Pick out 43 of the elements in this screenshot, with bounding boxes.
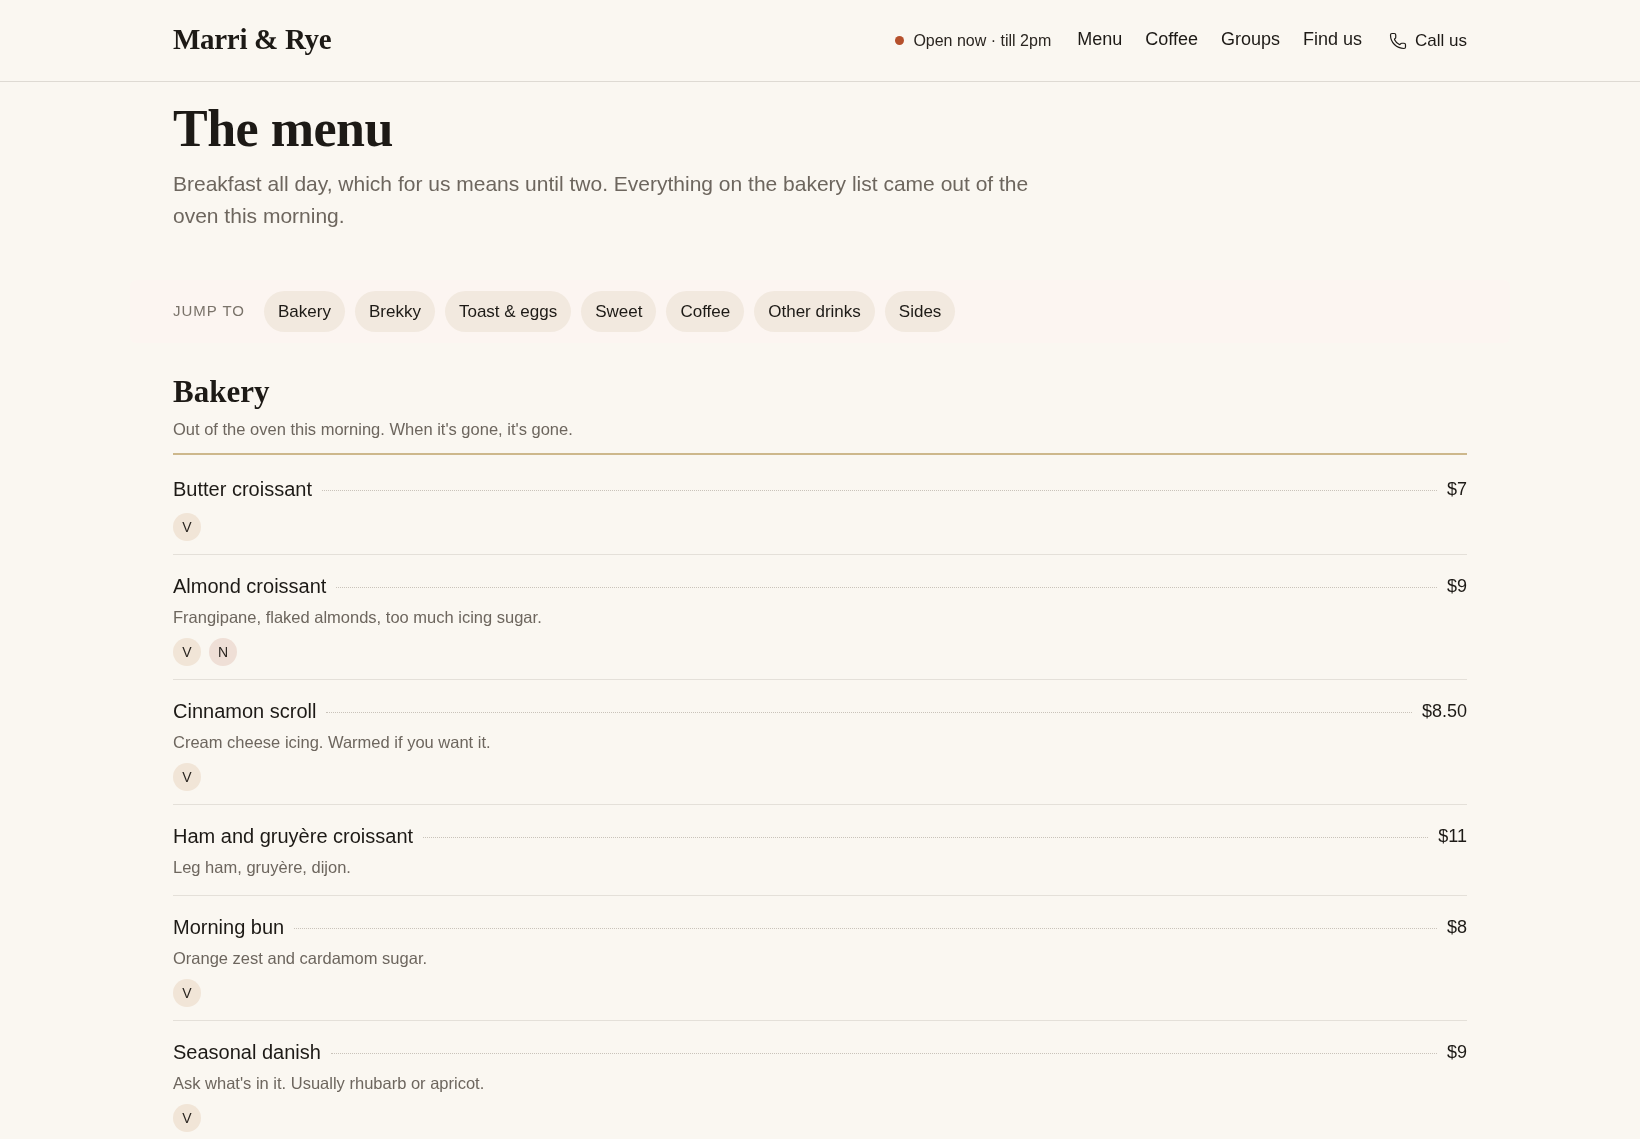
page-title: The menu <box>173 99 394 159</box>
call-link[interactable]: Call us <box>1389 27 1467 54</box>
item-price: $9 <box>1446 1041 1467 1064</box>
item-price: $7 <box>1446 478 1467 501</box>
diet-tag: V <box>173 638 201 666</box>
category-chip[interactable]: Toast & eggs <box>444 291 572 332</box>
diet-tag: V <box>173 979 201 1007</box>
diet-tag: V <box>173 513 201 541</box>
item-description: Orange zest and cardamom sugar. <box>173 948 429 969</box>
item-description: Frangipane, flaked almonds, too much icing sugar. <box>173 607 543 628</box>
item-description: Cream cheese icing. Warmed if you want it. <box>173 732 492 753</box>
nav-link[interactable]: Find us <box>1303 25 1363 53</box>
nav-link[interactable]: Coffee <box>1145 25 1198 53</box>
category-chip[interactable]: Sides <box>884 291 956 332</box>
section-description: Out of the oven this morning. When it's gone, it's gone. <box>173 419 574 440</box>
nav-link[interactable]: Groups <box>1220 25 1280 53</box>
category-chip[interactable]: Coffee <box>666 291 745 332</box>
item-price: $9 <box>1446 575 1467 598</box>
phone-icon <box>1389 31 1408 50</box>
site-logo[interactable]: Marri & Rye <box>173 17 332 62</box>
section-heading: Bakery <box>173 374 271 410</box>
item-description: Ask what's in it. Usually rhubarb or apricot. <box>173 1073 486 1094</box>
opening-status: Open now · till 2pm <box>913 30 1052 51</box>
item-price: $8 <box>1446 916 1467 939</box>
item-name: Morning bun <box>173 915 285 940</box>
category-chip[interactable]: Other drinks <box>754 291 875 332</box>
item-price: $8.50 <box>1421 700 1467 723</box>
category-chip[interactable]: Brekky <box>354 291 435 332</box>
diet-tag: V <box>173 763 201 791</box>
category-chip[interactable]: Sweet <box>581 291 657 332</box>
jump-label: JUMP TO <box>173 301 246 322</box>
nav-link[interactable]: Menu <box>1077 25 1123 53</box>
item-description: Leg ham, gruyère, dijon. <box>173 857 352 878</box>
item-name: Cinnamon scroll <box>173 699 317 724</box>
page-intro: Breakfast all day, which for us means until two. Everything on the bakery list came out of the oven this morning. <box>173 171 1030 229</box>
diet-tag: N <box>209 638 237 666</box>
category-chip[interactable]: Bakery <box>264 291 345 332</box>
diet-tag: V <box>173 1104 201 1132</box>
item-name: Seasonal danish <box>173 1040 321 1065</box>
item-price: $11 <box>1438 825 1467 848</box>
item-name: Almond croissant <box>173 574 327 599</box>
item-name: Butter croissant <box>173 477 312 502</box>
item-name: Ham and gruyère croissant <box>173 824 414 849</box>
